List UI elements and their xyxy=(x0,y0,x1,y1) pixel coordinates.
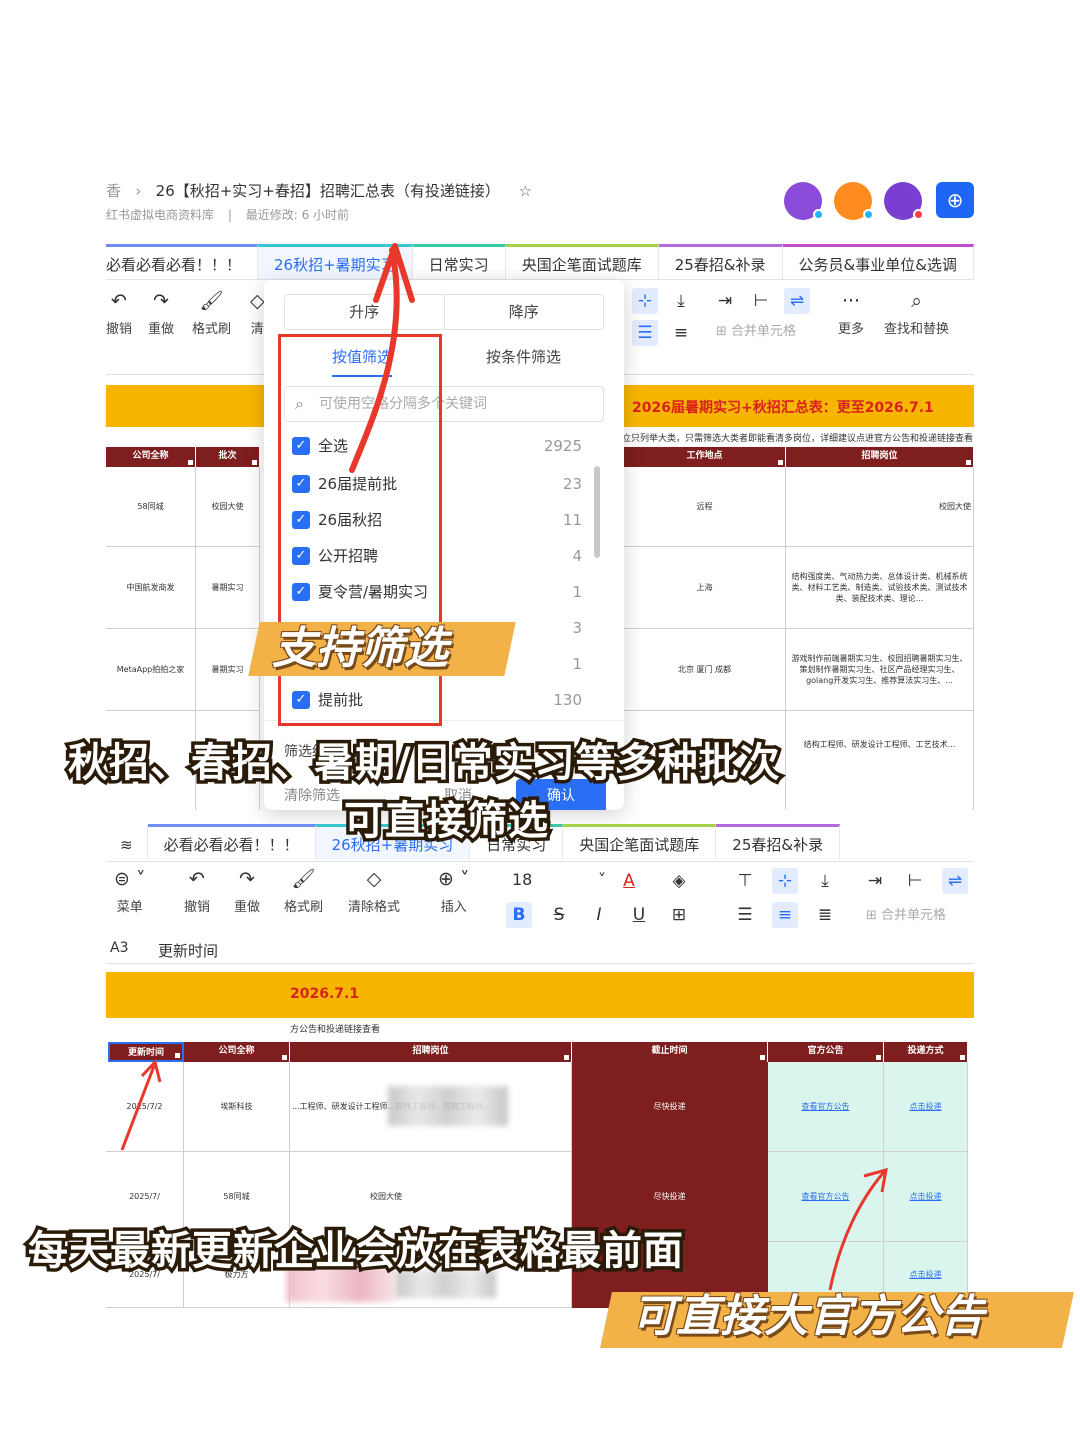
arrow-to-header xyxy=(120,1065,156,1151)
arrow-to-notice xyxy=(828,1171,886,1291)
caption-support-filter: 支持筛选 xyxy=(272,623,448,674)
caption-official: 可直接大官方公告 xyxy=(632,1291,984,1342)
caption-batches-line1: 秋招、春招、暑期/日常实习等多种批次 xyxy=(65,737,784,790)
caption-batches-line2: 可直接筛选 xyxy=(341,795,552,848)
caption-daily-update: 每天最新更新企业会放在表格最前面 xyxy=(25,1225,687,1278)
arrow-to-tab xyxy=(349,247,400,473)
